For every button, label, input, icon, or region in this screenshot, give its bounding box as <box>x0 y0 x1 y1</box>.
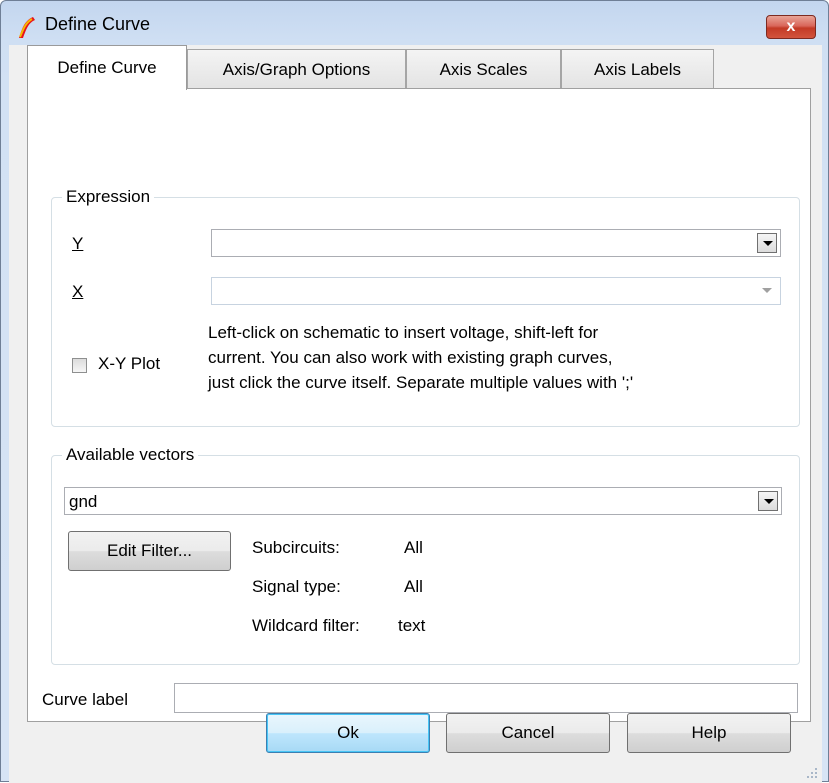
hint-text-line-3: just click the curve itself. Separate mu… <box>208 373 634 392</box>
title-bar[interactable]: Define Curve x <box>1 1 828 45</box>
edit-filter-button[interactable]: Edit Filter... <box>68 531 231 571</box>
close-icon: x <box>786 18 796 35</box>
tab-label: Axis Labels <box>594 59 681 79</box>
tab-label: Define Curve <box>57 58 157 77</box>
wildcard-filter-value: text <box>398 616 426 635</box>
x-label: X <box>72 282 84 301</box>
resize-grip-icon[interactable] <box>806 767 818 779</box>
x-expression-combo[interactable] <box>211 277 781 305</box>
dropdown-arrow-icon[interactable] <box>757 281 777 301</box>
help-label: Help <box>691 723 727 742</box>
tab-label: Axis/Graph Options <box>222 59 371 79</box>
hint-text-line-1: Left-click on schematic to insert voltag… <box>208 323 599 342</box>
define-curve-dialog: Define Curve x Define Curve Axis/Graph O… <box>0 0 829 783</box>
xy-plot-checkbox[interactable] <box>72 358 87 373</box>
help-button[interactable]: Help <box>627 713 791 753</box>
hint-text-line-2: current. You can also work with existing… <box>208 348 613 367</box>
tab-define-curve[interactable]: Define Curve <box>27 45 187 90</box>
tab-axis-scales[interactable]: Axis Scales <box>406 49 561 89</box>
available-vectors-value: gnd <box>69 492 98 511</box>
dropdown-arrow-icon[interactable] <box>757 233 777 253</box>
available-vectors-label: Available vectors <box>66 445 195 464</box>
expression-group-label: Expression <box>66 187 151 206</box>
available-vectors-combo[interactable]: gnd <box>64 487 782 515</box>
tab-axis-labels[interactable]: Axis Labels <box>561 49 714 89</box>
wildcard-filter-label: Wildcard filter: <box>252 616 360 635</box>
cancel-button[interactable]: Cancel <box>446 713 610 753</box>
ok-button[interactable]: Ok <box>266 713 430 753</box>
edit-filter-label: Edit Filter... <box>106 541 193 560</box>
app-logo-icon <box>19 17 35 38</box>
xy-plot-label[interactable]: X-Y Plot <box>98 354 160 374</box>
dialog-client-area: Define Curve Axis/Graph Options Axis Sca… <box>9 45 822 783</box>
signal-type-label: Signal type: <box>252 577 341 596</box>
ok-label: Ok <box>337 723 359 742</box>
cancel-label: Cancel <box>501 723 555 742</box>
signal-type-value: All <box>404 577 423 596</box>
define-curve-panel: Expression Y X X-Y Plot Left-click on sc… <box>27 88 811 722</box>
subcircuits-value: All <box>404 538 423 557</box>
curve-label-label: Curve label <box>42 690 128 709</box>
curve-label-input[interactable] <box>174 683 798 713</box>
tab-label: Axis Scales <box>439 59 528 79</box>
dropdown-arrow-icon[interactable] <box>758 491 778 511</box>
y-expression-combo[interactable] <box>211 229 781 257</box>
y-label: Y <box>72 234 84 253</box>
subcircuits-label: Subcircuits: <box>252 538 340 557</box>
window-title: Define Curve <box>45 14 151 34</box>
tab-axis-graph-options[interactable]: Axis/Graph Options <box>187 49 406 89</box>
close-button[interactable]: x <box>766 15 816 39</box>
